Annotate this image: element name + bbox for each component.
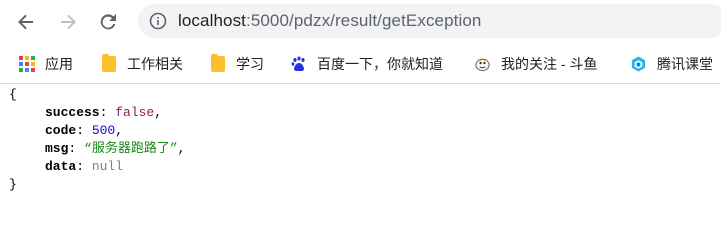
bookmark-label: 我的关注 - 斗鱼 xyxy=(501,56,598,72)
back-arrow-icon[interactable] xyxy=(13,9,39,35)
json-value: “服务器跑路了” xyxy=(84,141,178,156)
json-field-code: code: 500, xyxy=(45,123,124,138)
bookmark-baidu[interactable]: 百度一下，你就知道 xyxy=(290,54,443,74)
folder-icon xyxy=(100,54,117,73)
json-open-brace: { xyxy=(9,87,17,102)
json-field-msg: msg: “服务器跑路了”, xyxy=(45,141,186,156)
json-close-brace: } xyxy=(9,177,17,192)
bookmark-douyu[interactable]: 我的关注 - 斗鱼 xyxy=(474,54,597,74)
browser-toolbar: localhost:5000/pdzx/result/getException xyxy=(0,0,721,43)
url-path: :5000/pdzx/result/getException xyxy=(246,11,482,30)
bookmark-label: 腾讯课堂 xyxy=(657,56,713,72)
folder-icon xyxy=(209,54,226,73)
baidu-paw-icon xyxy=(290,56,307,73)
json-value: false xyxy=(115,105,155,120)
address-bar[interactable]: localhost:5000/pdzx/result/getException xyxy=(138,4,721,38)
reload-icon[interactable] xyxy=(95,9,121,35)
json-key: msg xyxy=(45,141,69,156)
url-host: localhost xyxy=(178,11,246,30)
info-icon[interactable] xyxy=(149,12,167,30)
apps-grid-icon xyxy=(18,56,35,73)
json-value: 500 xyxy=(91,123,116,138)
forward-arrow-icon[interactable] xyxy=(55,9,81,35)
json-key: success xyxy=(45,105,100,120)
tencent-classroom-icon xyxy=(630,56,647,73)
bookmarks-bar: 应用 工作相关 学习 百度一下，你就知道 我的关注 - 斗鱼 腾讯课堂 xyxy=(0,43,721,84)
json-key: code xyxy=(45,123,77,138)
bookmark-label: 学习 xyxy=(236,56,264,72)
json-field-data: data: null xyxy=(45,159,124,174)
json-viewer: { success: false, code: 500, msg: “服务器跑路… xyxy=(0,86,721,194)
json-key: data xyxy=(45,159,77,174)
bookmark-label: 百度一下，你就知道 xyxy=(317,56,443,72)
url-text: localhost:5000/pdzx/result/getException xyxy=(178,11,481,31)
bookmark-folder-study[interactable]: 学习 xyxy=(209,54,264,74)
bookmark-label: 工作相关 xyxy=(127,56,183,72)
bookmark-apps[interactable]: 应用 xyxy=(18,54,73,74)
json-field-success: success: false, xyxy=(45,105,163,120)
douyu-fish-icon xyxy=(474,56,491,73)
json-value: null xyxy=(91,159,124,174)
bookmark-tencent-classroom[interactable]: 腾讯课堂 xyxy=(630,54,713,74)
bookmark-folder-work[interactable]: 工作相关 xyxy=(100,54,183,74)
bookmark-label: 应用 xyxy=(45,56,73,72)
